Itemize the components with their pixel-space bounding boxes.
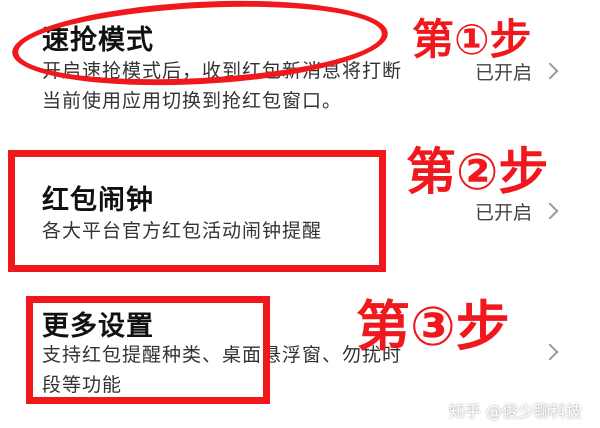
chevron-right-icon <box>541 202 559 220</box>
highlight-box-more <box>26 296 270 404</box>
chevron-right-icon <box>541 62 559 80</box>
step2-annotation: 第②步 <box>406 143 549 201</box>
step1-annotation: 第①步 <box>412 15 532 64</box>
watermark: 知乎 @俊少聊科技 <box>448 402 582 421</box>
chevron-right-icon <box>541 343 559 361</box>
step3-annotation: 第③步 <box>356 295 510 358</box>
highlight-box-alarm <box>8 150 386 272</box>
